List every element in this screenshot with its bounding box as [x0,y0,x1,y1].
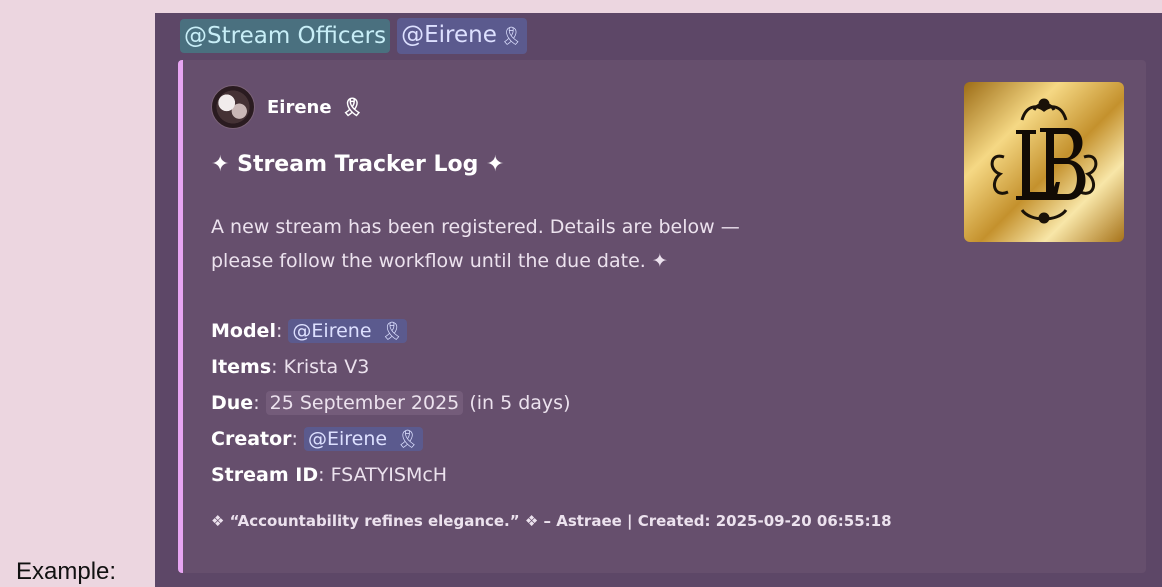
field-label: Creator [211,428,292,450]
lb-monogram-svg [990,98,1098,224]
page: Example: @Stream Officers @Eirene 🎗 Eiren… [0,0,1162,587]
embed-fields: Model: @Eirene 🎗 Items: Krista V3 Due: 2… [211,313,571,493]
mention-text: @Eirene [307,428,388,450]
embed-footer: ❖ “Accountability refines elegance.” ❖ –… [211,512,892,530]
field-items: Items: Krista V3 [211,356,370,378]
author-name[interactable]: Eirene 🎗 [267,97,364,118]
embed-accent-bar [178,60,183,573]
example-label: Example: [16,558,117,585]
field-label: Items [211,356,272,378]
user-mention-eirene[interactable]: @Eirene 🎗 [397,18,527,54]
user-mention-eirene[interactable]: @Eirene 🎗 [288,319,408,343]
ribbon-icon: 🎗 [396,429,419,450]
message-content: @Stream Officers @Eirene 🎗 [180,18,527,54]
field-creator: Creator: @Eirene 🎗 [211,421,571,457]
description-line-2: please follow the workflow until the due… [211,250,668,272]
field-stream-id: Stream ID: FSATYISMcH [211,464,448,486]
author-name-text: Eirene [267,96,332,118]
field-label: Due [211,392,254,414]
ribbon-icon: 🎗 [340,96,364,118]
field-value: Krista V3 [283,356,370,378]
role-mention-stream-officers[interactable]: @Stream Officers [180,19,391,53]
mention-text: @Eirene [401,22,497,48]
field-model: Model: @Eirene 🎗 [211,313,571,349]
due-relative: (in 5 days) [469,392,571,414]
description-line-1: A new stream has been registered. Detail… [211,216,740,238]
field-value: FSATYISMcH [330,464,448,486]
field-label: Stream ID [211,464,319,486]
mention-text: @Eirene [292,320,372,342]
embed-description: A new stream has been registered. Detail… [211,210,911,278]
due-date-timestamp[interactable]: 25 September 2025 [265,391,464,415]
message-screenshot: @Stream Officers @Eirene 🎗 Eirene 🎗 ✦ Str… [155,13,1162,587]
embed-card: Eirene 🎗 ✦ Stream Tracker Log ✦ A new st… [178,60,1146,573]
lb-monogram-logo-icon[interactable] [964,82,1124,242]
user-mention-eirene[interactable]: @Eirene 🎗 [303,427,423,451]
ribbon-icon: 🎗 [380,321,404,342]
embed-title: ✦ Stream Tracker Log ✦ [211,152,505,177]
ribbon-icon: 🎗 [499,26,523,47]
embed-author: Eirene 🎗 [211,85,364,129]
field-label: Model [211,320,276,342]
field-due: Due: 25 September 2025 (in 5 days) [211,391,571,415]
author-avatar[interactable] [211,85,255,129]
